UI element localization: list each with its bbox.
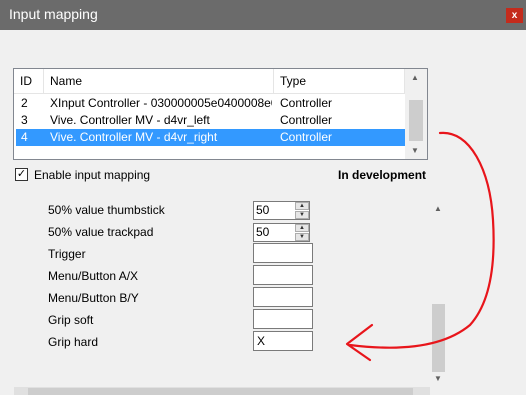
enable-mapping-checkbox[interactable]: ✓ <box>15 168 28 181</box>
title-bar: Input mapping x <box>0 0 526 30</box>
row-name: Vive. Controller MV - d4vr_left <box>50 113 210 127</box>
menu-by-field[interactable] <box>253 287 313 307</box>
grip-soft-field[interactable] <box>253 309 313 329</box>
settings-hscroll-thumb[interactable] <box>28 388 413 395</box>
trigger-label: Trigger <box>48 247 86 261</box>
scroll-down-arrow-icon[interactable]: ▼ <box>434 374 442 383</box>
list-header: ID Name Type <box>14 69 405 94</box>
scroll-up-arrow-icon[interactable]: ▲ <box>411 73 419 82</box>
row-type: Controller <box>280 130 333 144</box>
annotation-arrow-curve <box>348 131 495 349</box>
row-name: Vive. Controller MV - d4vr_right <box>50 130 218 144</box>
row-type: Controller <box>280 96 333 110</box>
spin-up-arrow-icon[interactable]: ▲ <box>295 202 309 210</box>
list-row-selected[interactable]: 4 Vive. Controller MV - d4vr_right Contr… <box>16 129 405 146</box>
column-header-name[interactable]: Name <box>44 69 274 94</box>
grip-hard-field[interactable]: X <box>253 331 313 351</box>
column-header-type[interactable]: Type <box>274 69 405 94</box>
menu-ax-label: Menu/Button A/X <box>48 269 139 283</box>
trigger-field[interactable] <box>253 243 313 263</box>
menu-by-label: Menu/Button B/Y <box>48 291 139 305</box>
scroll-down-arrow-icon[interactable]: ▼ <box>411 146 419 155</box>
status-label: In development <box>338 168 427 182</box>
spin-down-arrow-icon[interactable]: ▼ <box>295 211 309 219</box>
row-id: 4 <box>21 130 28 144</box>
list-scroll-thumb[interactable] <box>409 100 423 141</box>
window-title: Input mapping <box>9 6 98 22</box>
scroll-up-arrow-icon[interactable]: ▲ <box>434 204 442 213</box>
thumbstick-spin-buttons[interactable]: ▲ ▼ <box>295 202 309 219</box>
menu-ax-field[interactable] <box>253 265 313 285</box>
row-id: 3 <box>21 113 28 127</box>
list-row[interactable]: 3 Vive. Controller MV - d4vr_left Contro… <box>16 112 405 129</box>
list-scrollbar[interactable]: ▲ ▼ <box>405 69 427 159</box>
grip-soft-label: Grip soft <box>48 313 94 327</box>
column-header-id[interactable]: ID <box>14 69 44 94</box>
row-name: XInput Controller - 030000005e0400008e02… <box>50 96 272 110</box>
list-row[interactable]: 2 XInput Controller - 030000005e0400008e… <box>16 95 405 112</box>
grip-hard-label: Grip hard <box>48 335 99 349</box>
spin-down-arrow-icon[interactable]: ▼ <box>295 233 309 241</box>
settings-scrollbar[interactable]: ▲ ▼ <box>430 200 447 386</box>
settings-scroll-thumb[interactable] <box>432 304 445 372</box>
enable-mapping-label[interactable]: Enable input mapping <box>34 168 150 182</box>
close-button[interactable]: x <box>506 8 523 23</box>
row-type: Controller <box>280 113 333 127</box>
spin-up-arrow-icon[interactable]: ▲ <box>295 224 309 232</box>
device-list[interactable]: ID Name Type 2 XInput Controller - 03000… <box>13 68 428 160</box>
annotation-arrow-head <box>345 323 374 362</box>
settings-horizontal-scrollbar[interactable] <box>14 387 430 395</box>
thumbstick-label: 50% value thumbstick <box>48 203 165 217</box>
trackpad-label: 50% value trackpad <box>48 225 154 239</box>
row-id: 2 <box>21 96 28 110</box>
trackpad-spin-buttons[interactable]: ▲ ▼ <box>295 224 309 241</box>
